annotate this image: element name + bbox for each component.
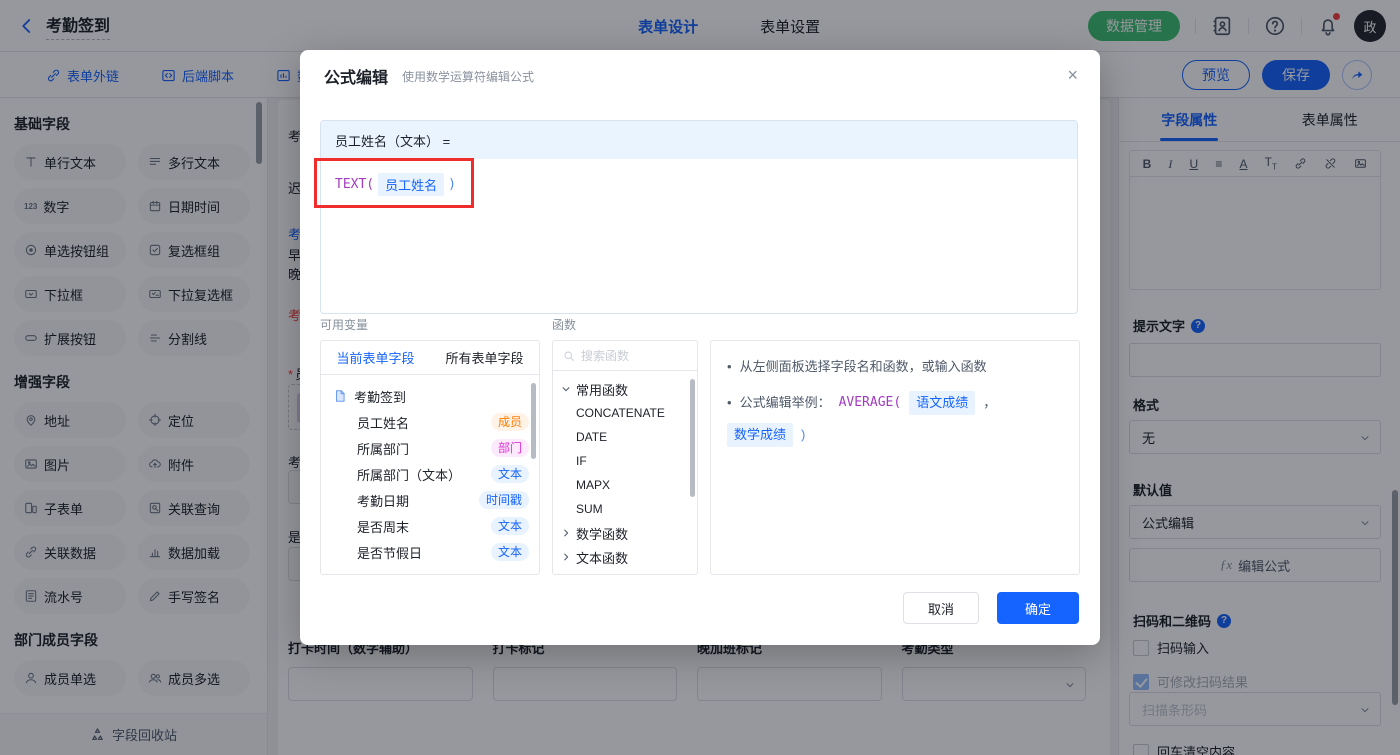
variables-scrollbar[interactable] — [531, 383, 536, 459]
formula-help-panel: • 从左侧面板选择字段名和函数，或输入函数 • 公式编辑举例： AVERAGE(… — [710, 340, 1080, 575]
help-example-function: AVERAGE( — [838, 395, 902, 410]
help-example-close-paren: ) — [801, 427, 806, 442]
formula-field-chip[interactable]: 员工姓名 — [378, 173, 445, 196]
variable-field-row[interactable]: 是否周末 文本 — [321, 513, 539, 539]
function-item[interactable]: IF — [553, 449, 697, 473]
function-group[interactable]: 常用函数 — [553, 377, 697, 401]
formula-function: TEXT( — [335, 177, 375, 192]
search-placeholder: 搜索函数 — [581, 349, 630, 363]
functions-panel: 搜索函数 常用函数 CONCATENATE DATE IF MAPX SUM 数学函数 文本函… — [552, 340, 698, 575]
function-item[interactable]: CONCATENATE — [553, 401, 697, 425]
chevron-right-icon — [561, 552, 571, 562]
field-type-tag: 文本 — [490, 517, 529, 535]
variable-field-row[interactable]: 员工姓名 成员 — [321, 409, 539, 435]
formula-editor[interactable]: 员工姓名（文本） = TEXT( 员工姓名 ) — [320, 120, 1078, 314]
close-icon[interactable]: × — [1067, 66, 1078, 84]
formula-close-paren: ) — [448, 177, 456, 192]
help-example-prefix: 公式编辑举例： — [739, 395, 831, 410]
variables-label: 可用变量 — [320, 318, 369, 332]
function-item[interactable]: DATE — [553, 425, 697, 449]
modal-title: 公式编辑 — [324, 70, 389, 87]
variable-field-row[interactable]: 所属部门（文本） 文本 — [321, 461, 539, 487]
help-example-comma: ， — [983, 395, 997, 410]
formula-target: 员工姓名（文本） = — [321, 121, 1077, 159]
confirm-button[interactable]: 确定 — [997, 592, 1079, 624]
app-root: 考勤签到 表单设计表单设置 数据管理 政 表单外链后端脚本数据权限 预览 保存 … — [0, 0, 1400, 755]
field-type-tag: 部门 — [490, 439, 529, 457]
function-item[interactable]: SUM — [553, 497, 697, 521]
help-line-1: 从左侧面板选择字段名和函数，或输入函数 — [739, 359, 987, 374]
field-type-tag: 成员 — [490, 413, 529, 431]
formula-edit-modal: 公式编辑 使用数学运算符编辑公式 × 员工姓名（文本） = TEXT( 员工姓名… — [300, 50, 1100, 645]
function-group[interactable]: 文本函数 — [553, 545, 697, 569]
variables-form-node[interactable]: 考勤签到 — [321, 383, 539, 409]
variable-field-row[interactable]: 考勤日期 时间戳 — [321, 487, 539, 513]
field-type-tag: 文本 — [490, 465, 529, 483]
field-type-tag: 时间戳 — [478, 491, 529, 509]
help-example-chip: 语文成绩 — [909, 391, 976, 415]
help-example-chip: 数学成绩 — [727, 423, 794, 447]
functions-scrollbar[interactable] — [690, 379, 695, 497]
variable-field-row[interactable]: 所属部门 部门 — [321, 435, 539, 461]
variables-tab[interactable]: 当前表单字段 — [321, 341, 430, 374]
cancel-button[interactable]: 取消 — [903, 592, 979, 624]
function-search-input[interactable]: 搜索函数 — [553, 341, 697, 371]
field-type-tag: 文本 — [490, 543, 529, 561]
variables-panel: 当前表单字段 所有表单字段 考勤签到 员工姓名 成员 所属部门 部门 所属部门（文本） 文本考… — [320, 340, 540, 575]
variable-field-row[interactable]: 是否节假日 文本 — [321, 539, 539, 565]
form-icon — [333, 389, 347, 403]
variables-tab[interactable]: 所有表单字段 — [430, 341, 539, 374]
function-group[interactable]: 数学函数 — [553, 521, 697, 545]
chevron-down-icon — [561, 384, 571, 394]
modal-subtitle: 使用数学运算符编辑公式 — [402, 69, 535, 84]
chevron-right-icon — [561, 528, 571, 538]
search-icon — [563, 350, 575, 362]
functions-label: 函数 — [552, 318, 577, 332]
function-item[interactable]: MAPX — [553, 473, 697, 497]
